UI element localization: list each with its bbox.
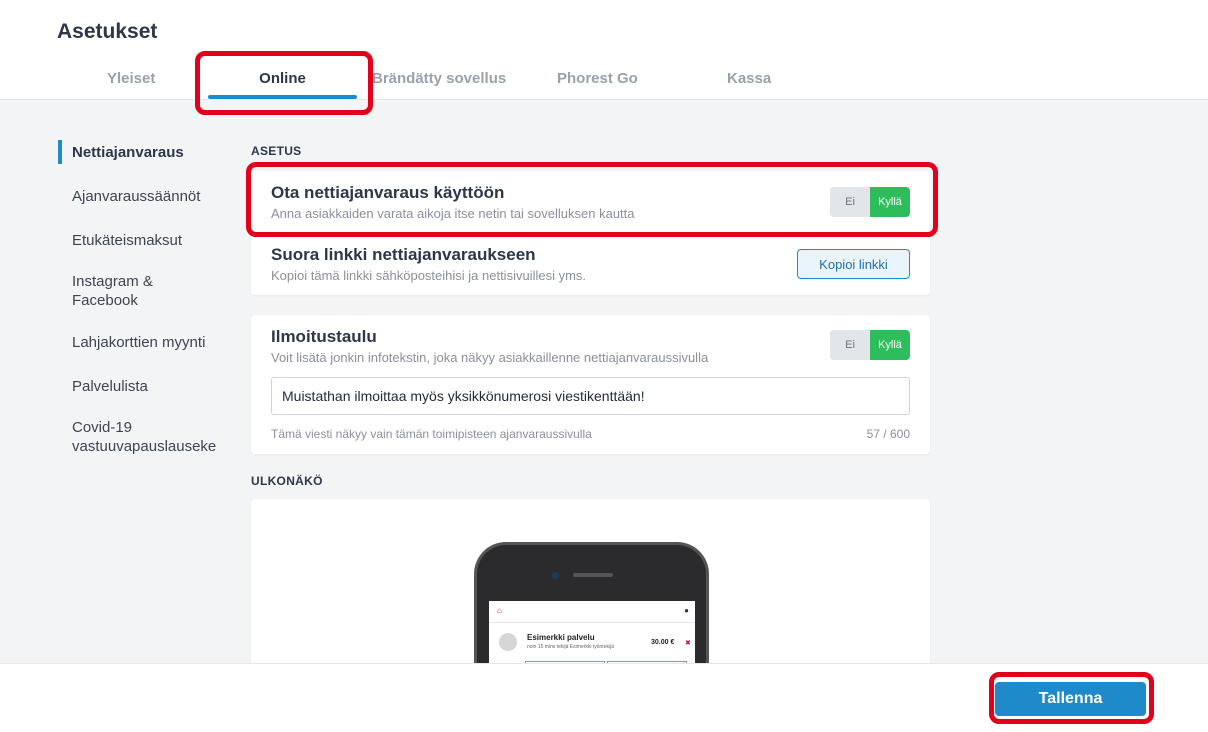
avatar bbox=[499, 633, 517, 651]
tab-brandatty-sovellus[interactable]: Brändätty sovellus bbox=[372, 70, 506, 87]
active-tab-indicator bbox=[208, 95, 357, 99]
section-label-ulkonako: ULKONÄKÖ bbox=[251, 474, 323, 488]
preview-service-sub: noin 15 mins tekijä Esimerkki työntekijä bbox=[527, 644, 614, 650]
notice-board-toggle[interactable]: Ei Kyllä bbox=[830, 330, 910, 360]
preview-nav-bar: ⌂ ● bbox=[489, 601, 695, 623]
toggle-option-kylla[interactable]: Kyllä bbox=[870, 187, 910, 217]
section-label-asetus: ASETUS bbox=[251, 144, 302, 158]
home-icon: ⌂ bbox=[497, 606, 502, 615]
preview-service-price: 30.00 € bbox=[651, 639, 675, 646]
toggle-option-ei[interactable]: Ei bbox=[830, 187, 870, 217]
sidebar-item-covid-19[interactable]: Covid-19 vastuuvapauslauseke bbox=[72, 418, 222, 456]
notice-board-description: Voit lisätä jonkin infotekstin, joka näk… bbox=[271, 350, 709, 365]
sidebar-item-nettiajanvaraus[interactable]: Nettiajanvaraus bbox=[72, 143, 232, 162]
online-booking-toggle[interactable]: Ei Kyllä bbox=[830, 187, 910, 217]
sidebar-active-marker bbox=[58, 140, 62, 164]
sidebar-item-palvelulista[interactable]: Palvelulista bbox=[72, 377, 232, 396]
page-title: Asetukset bbox=[57, 20, 158, 43]
user-icon: ● bbox=[684, 606, 689, 615]
online-booking-title: Ota nettiajanvaraus käyttöön bbox=[271, 183, 505, 202]
notice-board-input[interactable] bbox=[271, 377, 910, 415]
character-counter: 57 / 600 bbox=[866, 427, 910, 441]
settings-card: Ota nettiajanvaraus käyttöön Anna asiakk… bbox=[251, 171, 930, 295]
notice-board-title: Ilmoitustaulu bbox=[271, 327, 377, 346]
tab-phorest-go[interactable]: Phorest Go bbox=[557, 70, 638, 87]
phone-speaker-icon bbox=[573, 573, 613, 577]
copy-link-button[interactable]: Kopioi linkki bbox=[797, 249, 910, 279]
toggle-option-ei[interactable]: Ei bbox=[830, 330, 870, 360]
direct-link-title: Suora linkki nettiajanvaraukseen bbox=[271, 245, 536, 264]
online-booking-description: Anna asiakkaiden varata aikoja itse neti… bbox=[271, 206, 635, 221]
save-button[interactable]: Tallenna bbox=[995, 682, 1146, 716]
tab-online[interactable]: Online bbox=[208, 70, 357, 87]
notice-board-hint: Tämä viesti näkyy vain tämän toimipistee… bbox=[271, 427, 592, 441]
phone-screen: ⌂ ● Esimerkki palvelu noin 15 mins tekij… bbox=[489, 601, 695, 669]
sidebar-item-lahjakorttien-myynti[interactable]: Lahjakorttien myynti bbox=[72, 333, 232, 352]
sidebar-item-ajanvaraussaannot[interactable]: Ajanvaraussäännöt bbox=[72, 187, 232, 206]
preview-service-name: Esimerkki palvelu bbox=[527, 633, 595, 642]
sidebar-item-etukateismaksut[interactable]: Etukäteismaksut bbox=[72, 231, 232, 250]
tab-kassa[interactable]: Kassa bbox=[727, 70, 771, 87]
sidebar-item-instagram-facebook[interactable]: Instagram & Facebook bbox=[72, 272, 182, 310]
notice-board-card: Ilmoitustaulu Voit lisätä jonkin infotek… bbox=[251, 315, 930, 454]
remove-icon: ✖ bbox=[685, 640, 691, 647]
phone-preview: ⌂ ● Esimerkki palvelu noin 15 mins tekij… bbox=[474, 542, 709, 669]
header: Asetukset Yleiset Online Brändätty sovel… bbox=[0, 0, 1208, 100]
phone-camera-icon bbox=[552, 572, 559, 579]
tab-yleiset[interactable]: Yleiset bbox=[107, 70, 155, 87]
direct-link-description: Kopioi tämä linkki sähköposteihisi ja ne… bbox=[271, 268, 587, 283]
toggle-option-kylla[interactable]: Kyllä bbox=[870, 330, 910, 360]
appearance-preview-card: ⌂ ● Esimerkki palvelu noin 15 mins tekij… bbox=[251, 499, 930, 669]
